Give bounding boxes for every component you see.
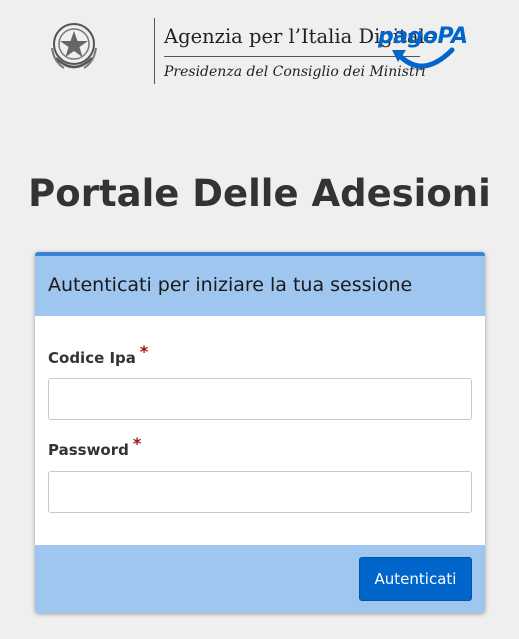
login-form: Codice Ipa * Password *	[35, 316, 485, 545]
authenticate-button[interactable]: Autenticati	[359, 557, 472, 601]
site-header: Agenzia per l’Italia Digitale Presidenza…	[48, 14, 478, 88]
header-divider-vertical	[154, 18, 155, 84]
required-marker: *	[132, 434, 142, 453]
pagopa-arrow-icon	[392, 47, 455, 69]
pagopa-logo: pagoPA	[378, 24, 470, 86]
codice-ipa-input[interactable]	[48, 378, 472, 420]
page-title: Portale Delle Adesioni	[28, 172, 491, 215]
login-card: Autenticati per iniziare la tua sessione…	[35, 252, 485, 613]
password-label: Password *	[48, 434, 142, 459]
required-marker: *	[139, 342, 149, 361]
login-card-heading: Autenticati per iniziare la tua sessione	[35, 252, 485, 316]
login-card-footer: Autenticati	[35, 545, 485, 613]
italian-republic-emblem-icon	[51, 23, 97, 69]
password-input[interactable]	[48, 471, 472, 513]
codice-ipa-label: Codice Ipa *	[48, 342, 149, 367]
